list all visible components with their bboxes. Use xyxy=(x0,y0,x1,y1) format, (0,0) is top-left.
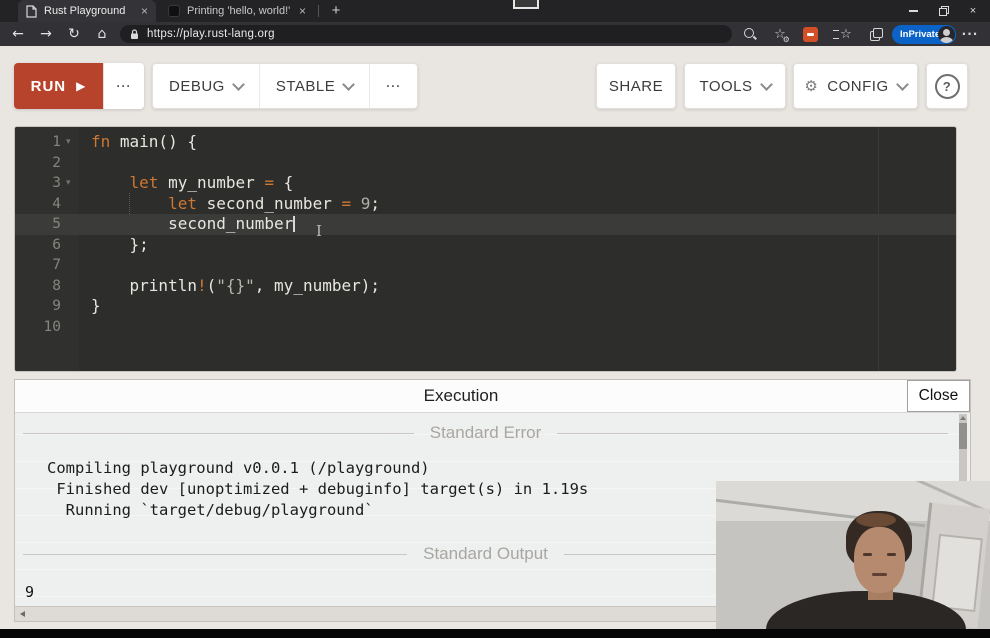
code-line-7[interactable]: 7 xyxy=(15,255,956,276)
code-line-5[interactable]: 5 second_number xyxy=(15,214,956,235)
favorites-star-icon[interactable]: ☆⚙ xyxy=(768,22,792,46)
recording-overlay-artifact xyxy=(513,0,539,9)
refresh-icon[interactable]: ↻ xyxy=(62,22,86,46)
browser-navbar: ← → ↻ ⌂ https://play.rust-lang.org ☆⚙ ☆ … xyxy=(0,22,990,46)
webcam-person-face xyxy=(854,527,905,593)
execution-title: Execution xyxy=(15,386,907,406)
new-tab-button[interactable]: + xyxy=(327,2,345,20)
favorites-bar-icon[interactable]: ☆ xyxy=(834,22,858,46)
stderr-text: Compiling playground v0.0.1 (/playground… xyxy=(47,458,588,521)
chevron-down-icon xyxy=(232,78,245,91)
tab-title: Printing 'hello, world!' - Easy Rus xyxy=(187,5,292,17)
minimize-button[interactable] xyxy=(898,5,928,17)
address-bar[interactable]: https://play.rust-lang.org xyxy=(120,25,732,43)
stdout-text: 9 xyxy=(25,583,34,601)
code-lines[interactable]: 1▾fn main() {23▾ let my_number = {4 let … xyxy=(15,132,956,337)
chevron-down-icon xyxy=(342,78,355,91)
avatar xyxy=(938,26,955,43)
extension-icon[interactable] xyxy=(798,22,822,46)
config-dropdown[interactable]: ⚙ CONFIG xyxy=(793,63,918,109)
zoom-icon[interactable] xyxy=(738,22,762,46)
tab-rust-playground[interactable]: Rust Playground × xyxy=(18,0,156,22)
code-line-8[interactable]: 8 println!("{}", my_number); xyxy=(15,276,956,297)
inprivate-badge[interactable]: InPrivate xyxy=(892,25,956,44)
back-icon[interactable]: ← xyxy=(6,22,30,46)
forward-icon[interactable]: → xyxy=(34,22,58,46)
code-line-10[interactable]: 10 xyxy=(15,317,956,338)
code-line-4[interactable]: 4 let second_number = 9; xyxy=(15,194,956,215)
browser-menu-icon[interactable]: ··· xyxy=(958,22,982,46)
tools-dropdown[interactable]: TOOLS xyxy=(684,63,786,109)
run-button-group: RUN ▶ ··· xyxy=(14,63,144,109)
execution-header: Execution Close xyxy=(15,380,970,413)
play-icon: ▶ xyxy=(76,79,86,93)
code-line-1[interactable]: 1▾fn main() { xyxy=(15,132,956,153)
collections-icon[interactable] xyxy=(864,22,888,46)
scroll-up-icon[interactable] xyxy=(960,416,966,420)
video-favicon xyxy=(168,5,180,17)
tab-title: Rust Playground xyxy=(44,5,125,17)
tab-close-icon[interactable]: × xyxy=(141,5,148,17)
text-caret xyxy=(293,216,295,232)
url-text: https://play.rust-lang.org xyxy=(147,28,275,40)
stable-dropdown[interactable]: STABLE xyxy=(259,64,369,108)
ibeam-cursor-icon: I xyxy=(316,222,322,240)
gear-icon: ⚙ xyxy=(804,77,818,95)
tab-divider xyxy=(318,5,319,17)
code-line-2[interactable]: 2 xyxy=(15,153,956,174)
tab-easy-rust[interactable]: Printing 'hello, world!' - Easy Rus × xyxy=(160,0,314,22)
close-button[interactable]: Close xyxy=(907,380,970,412)
browser-titlebar: Rust Playground × Printing 'hello, world… xyxy=(0,0,990,22)
channel-options-button[interactable]: ··· xyxy=(369,64,417,108)
stderr-heading: Standard Error xyxy=(23,423,948,443)
scroll-left-icon[interactable] xyxy=(20,611,25,617)
document-icon xyxy=(26,5,37,18)
lock-icon xyxy=(130,29,139,40)
scrollbar-thumb[interactable] xyxy=(959,423,967,449)
close-window-button[interactable]: × xyxy=(958,5,988,17)
code-line-6[interactable]: 6 }; xyxy=(15,235,956,256)
question-icon: ? xyxy=(935,74,960,99)
help-button[interactable]: ? xyxy=(926,63,968,109)
code-line-9[interactable]: 9} xyxy=(15,296,956,317)
tab-close-icon[interactable]: × xyxy=(299,5,306,17)
share-button[interactable]: SHARE xyxy=(596,63,676,109)
debug-dropdown[interactable]: DEBUG xyxy=(153,64,259,108)
bottom-letterbox-bar xyxy=(0,629,990,638)
home-icon[interactable]: ⌂ xyxy=(90,22,114,46)
build-options-group: DEBUG STABLE ··· xyxy=(152,63,418,109)
restore-button[interactable] xyxy=(928,5,958,17)
code-line-3[interactable]: 3▾ let my_number = { xyxy=(15,173,956,194)
chevron-down-icon xyxy=(760,78,773,91)
code-editor[interactable]: 1▾fn main() {23▾ let my_number = {4 let … xyxy=(14,126,957,372)
webcam-overlay xyxy=(716,481,990,629)
browser-window: Rust Playground × Printing 'hello, world… xyxy=(0,0,990,638)
run-button[interactable]: RUN ▶ xyxy=(14,63,103,109)
run-options-button[interactable]: ··· xyxy=(103,63,144,109)
chevron-down-icon xyxy=(896,78,909,91)
